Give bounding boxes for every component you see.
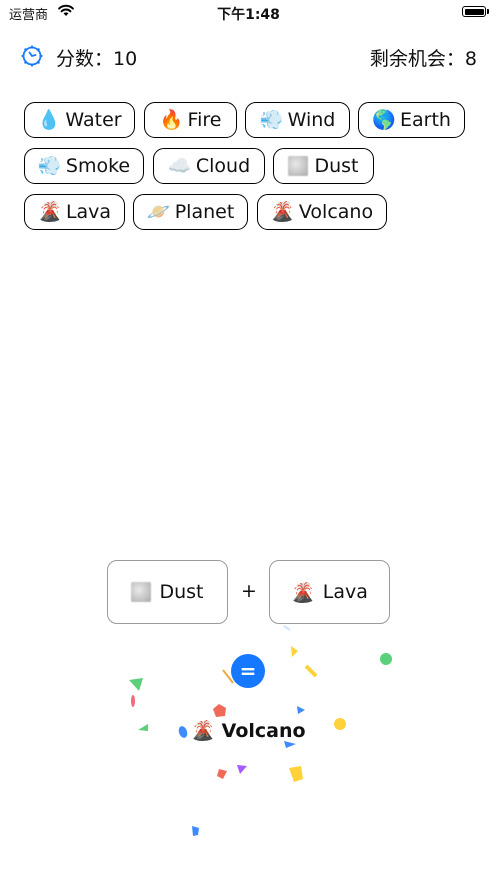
element-label: Lava [65,201,112,223]
cloud-icon: ☁️ [167,154,192,177]
wind-icon: 💨 [259,108,284,131]
volcano-icon: 🌋 [291,581,315,604]
element-chip-cloud[interactable]: ☁️ Cloud [153,148,265,184]
volcano-icon: 🌋 [37,200,62,223]
water-drop-icon: 💧 [37,108,62,131]
element-label: Smoke [65,155,131,177]
score-label: 分数：10 [56,48,138,70]
element-label: Water [65,109,122,131]
combine-slot-right[interactable]: 🌋 Lava [269,560,390,624]
combine-equals-button[interactable]: = [231,654,265,688]
battery-icon [462,6,486,17]
planet-icon: 🪐 [146,200,171,223]
element-label: Fire [187,109,222,131]
status-time: 下午1:48 [217,7,280,23]
element-chip-dust[interactable]: Dust [273,148,374,184]
element-label: Wind [287,109,336,131]
status-bar: 运营商 下午1:48 [0,0,497,26]
element-chip-water[interactable]: 💧 Water [24,102,135,138]
element-chip-earth[interactable]: 🌎 Earth [358,102,465,138]
earth-globe-icon: 🌎 [372,108,396,131]
slot-label: Dust [159,581,204,603]
slot-label: Lava [322,581,368,603]
element-label: Volcano [298,201,374,223]
settings-gear-icon[interactable] [19,43,45,69]
element-label: Planet [174,201,235,223]
dust-icon [288,156,309,176]
fire-icon: 🔥 [159,108,184,131]
dust-icon [131,582,152,602]
plus-operator: + [241,580,257,602]
element-chip-lava[interactable]: 🌋 Lava [24,194,125,230]
element-chip-planet[interactable]: 🪐 Planet [133,194,248,230]
element-label: Dust [314,155,359,177]
element-label: Earth [400,109,451,131]
combine-slot-left[interactable]: Dust [107,560,228,624]
remaining-chances-label: 剩余机会：8 [369,48,477,70]
element-chip-fire[interactable]: 🔥 Fire [144,102,237,138]
element-label: Cloud [195,155,251,177]
smoke-icon: 💨 [37,154,62,177]
element-chip-smoke[interactable]: 💨 Smoke [24,148,144,184]
element-chip-volcano[interactable]: 🌋 Volcano [257,194,387,230]
volcano-icon: 🌋 [270,200,295,223]
combination-result: 🌋 Volcano [191,720,306,742]
element-chip-wind[interactable]: 💨 Wind [245,102,350,138]
